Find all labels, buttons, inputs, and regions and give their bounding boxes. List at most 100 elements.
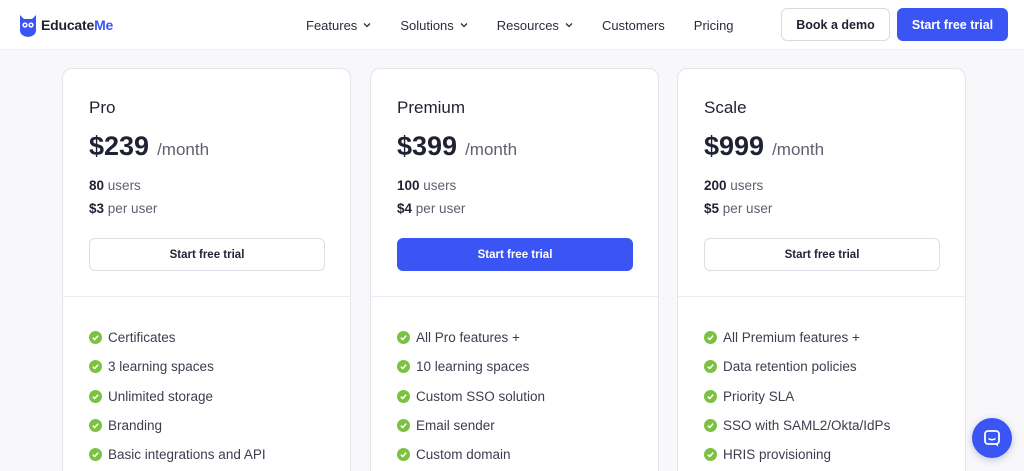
price-row: $999 /month [704,131,824,162]
feature-item: Priority SLA [704,382,890,411]
brand-name-part1: Educate [41,17,95,33]
book-demo-button[interactable]: Book a demo [781,8,890,41]
feature-item: Branding [89,411,266,440]
feature-list: Certificates 3 learning spaces Unlimited… [89,323,266,469]
check-circle-icon [704,448,717,462]
feature-item: HRIS provisioning [704,440,890,469]
users-count: 80 [89,178,105,193]
nav-item-solutions[interactable]: Solutions [400,17,468,33]
check-circle-icon [397,389,410,403]
feature-item: All Premium features + [704,323,890,352]
check-circle-icon [89,389,102,403]
plan-price: $999 [704,131,765,161]
plan-per-user: $5 per user [704,201,772,216]
chat-launcher-button[interactable] [972,418,1012,458]
feature-item: 10 learning spaces [397,352,545,381]
brand-name: EducateMe [41,17,113,33]
check-circle-icon [89,360,102,374]
feature-label: Email sender [416,418,495,434]
plan-card-scale: Scale $999 /month 200 users $5 per user … [677,68,966,471]
users-count: 200 [704,178,727,193]
brand-name-part2: Me [94,17,114,33]
check-circle-icon [397,331,410,345]
feature-label: Basic integrations and API [108,447,266,463]
check-circle-icon [89,419,102,433]
chat-bubble-icon [982,428,1002,448]
nav-item-label: Features [306,17,358,33]
feature-label: Custom SSO solution [416,388,546,404]
nav-item-resources[interactable]: Resources [497,18,573,33]
plan-users: 200 users [704,178,763,193]
per-user-price: $5 [704,201,720,216]
feature-item: SSO with SAML2/Okta/IdPs [704,411,890,440]
premium-start-trial-button[interactable]: Start free trial [397,238,633,271]
check-circle-icon [704,331,717,345]
per-user-price: $4 [397,201,413,216]
feature-label: Unlimited storage [108,388,214,404]
feature-item: Certificates [89,323,266,352]
brand-logo[interactable]: EducateMe [18,12,113,38]
plan-period: /month [772,140,825,159]
per-user-label: per user [107,201,158,216]
feature-label: All Premium features + [723,330,860,346]
feature-label: Custom domain [416,447,511,463]
plan-name: Pro [89,98,116,117]
feature-item: Custom domain [397,440,545,469]
check-circle-icon [704,419,717,433]
feature-label: Certificates [108,330,176,346]
chevron-down-icon [363,21,371,29]
nav-item-features[interactable]: Features [306,18,371,33]
plan-users: 80 users [89,178,141,193]
pro-start-trial-button[interactable]: Start free trial [89,238,325,271]
plan-per-user: $3 per user [89,201,157,216]
nav-item-label: Solutions [400,17,454,33]
plan-price: $399 [397,131,458,161]
divider [63,296,350,297]
feature-list: All Premium features + Data retention po… [704,323,890,469]
plan-name: Premium [397,98,466,117]
users-label: users [730,178,764,193]
chevron-down-icon [460,21,468,29]
divider [371,296,658,297]
check-circle-icon [704,389,717,403]
owl-logo-icon [18,12,38,38]
users-label: users [107,178,141,193]
check-circle-icon [397,448,410,462]
price-row: $239 /month [89,131,209,162]
feature-item: 3 learning spaces [89,352,266,381]
plan-period: /month [157,140,210,159]
per-user-price: $3 [89,201,105,216]
feature-list: All Pro features + 10 learning spaces Cu… [397,323,545,469]
feature-label: All Pro features + [416,330,520,346]
feature-label: 3 learning spaces [108,359,214,375]
check-circle-icon [397,419,410,433]
users-label: users [423,178,457,193]
feature-label: 10 learning spaces [416,359,530,375]
plan-period: /month [465,140,518,159]
plan-users: 100 users [397,178,456,193]
price-row: $399 /month [397,131,517,162]
feature-item: All Pro features + [397,323,545,352]
plan-price: $239 [89,131,150,161]
feature-item: Custom SSO solution [397,382,545,411]
check-circle-icon [89,448,102,462]
scale-start-trial-button[interactable]: Start free trial [704,238,940,271]
per-user-label: per user [415,201,466,216]
nav-item-label: Pricing [693,17,734,33]
plan-name: Scale [704,98,747,117]
divider [678,296,965,297]
check-circle-icon [397,360,410,374]
feature-label: SSO with SAML2/Okta/IdPs [723,418,891,434]
feature-label: HRIS provisioning [723,447,832,463]
nav-item-pricing[interactable]: Pricing [694,18,734,33]
users-count: 100 [397,178,420,193]
feature-item: Basic integrations and API [89,440,266,469]
feature-label: Data retention policies [723,359,857,375]
start-trial-button[interactable]: Start free trial [897,8,1008,41]
nav-item-customers[interactable]: Customers [602,18,665,33]
main-nav: Features Solutions Resources Customers P… [306,0,763,50]
nav-item-label: Customers [601,17,665,33]
chevron-down-icon [565,21,573,29]
check-circle-icon [704,360,717,374]
nav-item-label: Resources [496,17,559,33]
